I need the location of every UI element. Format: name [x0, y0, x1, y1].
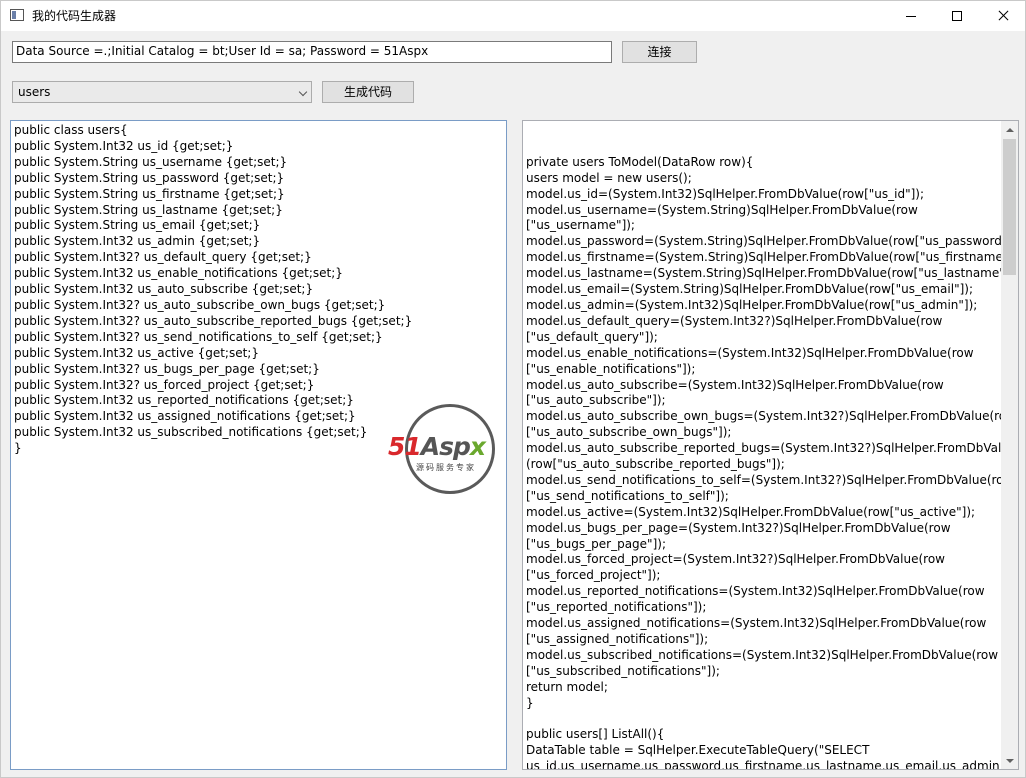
chevron-down-icon: [298, 87, 308, 97]
dal-code-line: }: [526, 695, 534, 710]
close-button[interactable]: [980, 1, 1026, 31]
dal-code-line: ["us_username"]);: [526, 218, 635, 233]
title-bar[interactable]: 我的代码生成器: [1, 1, 1025, 31]
dal-code-line: model.us_lastname=(System.String)SqlHelp…: [526, 266, 1019, 281]
table-select-value: users: [18, 85, 51, 99]
scroll-up-arrow-icon[interactable]: [1001, 121, 1018, 138]
dal-code-line: model.us_auto_subscribe=(System.Int32)Sq…: [526, 377, 944, 392]
maximize-button[interactable]: [934, 1, 980, 31]
generate-code-button[interactable]: 生成代码: [322, 81, 414, 103]
dal-code-scrollbar[interactable]: [1001, 121, 1018, 769]
model-code-line: public class users{: [14, 123, 128, 137]
model-code-line: public System.Int32? us_auto_subscribe_o…: [14, 297, 386, 312]
dal-code-line: model.us_enable_notifications=(System.In…: [526, 345, 974, 360]
model-code-line: public System.Int32? us_default_query {g…: [14, 250, 312, 265]
dal-code-line: public users[] ListAll(){: [526, 727, 665, 742]
dal-code-textbox[interactable]: private users ToModel(DataRow row){users…: [522, 120, 1019, 770]
dal-code-line: model.us_id=(System.Int32)SqlHelper.From…: [526, 186, 925, 201]
watermark-tagline: 源码服务专家: [416, 463, 476, 472]
model-code-line: public System.Int32? us_send_notificatio…: [14, 329, 383, 344]
dal-code-line: private users ToModel(DataRow row){: [526, 154, 754, 169]
model-code-line: public System.String us_email {get;set;}: [14, 218, 261, 233]
model-code-line: public System.String us_username {get;se…: [14, 154, 288, 169]
dal-code-line: model.us_active=(System.Int32)SqlHelper.…: [526, 504, 976, 519]
dal-code-line: model.us_admin=(System.Int32)SqlHelper.F…: [526, 297, 978, 312]
dal-code-line: model.us_forced_project=(System.Int32?)S…: [526, 552, 945, 567]
model-code-line: public System.Int32 us_active {get;set;}: [14, 345, 259, 360]
model-code-line: public System.Int32 us_enable_notificati…: [14, 266, 343, 281]
table-select[interactable]: users: [12, 81, 312, 103]
model-code-line: public System.Int32? us_forced_project {…: [14, 377, 315, 392]
dal-code-line: ["us_assigned_notifications"]);: [526, 632, 709, 646]
dal-code-line: [526, 712, 998, 728]
minimize-icon: [906, 16, 916, 17]
dal-code-line: ["us_enable_notifications"]);: [526, 361, 696, 376]
scroll-down-arrow-icon[interactable]: [1001, 752, 1018, 769]
dal-code-line: us_id,us_username,us_password,us_firstna…: [526, 759, 1019, 770]
scroll-thumb[interactable]: [1003, 139, 1016, 275]
model-code-line: public System.String us_password {get;se…: [14, 170, 285, 185]
model-code-line: public System.Int32? us_bugs_per_page {g…: [14, 361, 320, 376]
model-code-line: public System.Int32 us_auto_subscribe {g…: [14, 282, 314, 297]
dal-code-line: model.us_default_query=(System.Int32?)Sq…: [526, 313, 943, 328]
dal-code-line: (row["us_auto_subscribe_reported_bugs"])…: [526, 457, 785, 472]
model-code-line: public System.Int32 us_admin {get;set;}: [14, 234, 261, 249]
maximize-icon: [952, 11, 962, 21]
model-code-line: public System.Int32? us_auto_subscribe_r…: [14, 313, 413, 328]
dal-code-line: ["us_bugs_per_page"]);: [526, 536, 666, 551]
dal-code-line: ["us_default_query"]);: [526, 329, 658, 344]
dal-code-line: model.us_assigned_notifications=(System.…: [526, 616, 987, 631]
dal-code-line: model.us_firstname=(System.String)SqlHel…: [526, 250, 1019, 265]
watermark-logo: 51Aspx 源码服务专家: [386, 404, 516, 494]
model-code-line: public System.String us_lastname {get;se…: [14, 202, 283, 217]
dal-code-line: model.us_subscribed_notifications=(Syste…: [526, 647, 999, 662]
watermark-brand: 51Aspx: [388, 432, 486, 461]
app-icon: [10, 9, 24, 21]
dal-code-line: ["us_auto_subscribe"]);: [526, 393, 666, 408]
dal-code-line: DataTable table = SqlHelper.ExecuteTable…: [526, 743, 870, 758]
dal-code-line: ["us_send_notifications_to_self"]);: [526, 488, 729, 503]
dal-code-line: model.us_auto_subscribe_own_bugs=(System…: [526, 409, 1016, 424]
dal-code-line: ["us_forced_project"]);: [526, 568, 661, 583]
dal-code-line: ["us_subscribed_notifications"]);: [526, 663, 720, 678]
dal-code-line: model.us_email=(System.String)SqlHelper.…: [526, 282, 974, 297]
dal-code-line: ["us_auto_subscribe_own_bugs"]);: [526, 425, 732, 440]
dal-code-line: model.us_auto_subscribe_reported_bugs=(S…: [526, 441, 1017, 456]
minimize-button[interactable]: [888, 1, 934, 31]
connect-button[interactable]: 连接: [622, 41, 697, 63]
dal-code-line: model.us_username=(System.String)SqlHelp…: [526, 202, 918, 217]
model-code-line: public System.Int32 us_id {get;set;}: [14, 138, 234, 153]
connection-string-input[interactable]: Data Source =.;Initial Catalog = bt;User…: [12, 41, 612, 63]
dal-code-line: users model = new users();: [526, 170, 692, 185]
dal-code-line: model.us_bugs_per_page=(System.Int32?)Sq…: [526, 520, 951, 535]
window-title: 我的代码生成器: [32, 9, 117, 23]
model-code-line: public System.String us_firstname {get;s…: [14, 186, 285, 201]
dal-code-line: model.us_reported_notifications=(System.…: [526, 584, 985, 599]
dal-code-line: model.us_send_notifications_to_self=(Sys…: [526, 472, 1014, 487]
app-window: 我的代码生成器 Data Source =.;Initial Catalog =…: [0, 0, 1026, 778]
dal-code-line: model.us_password=(System.String)SqlHelp…: [526, 234, 1019, 249]
dal-code-line: return model;: [526, 679, 608, 694]
dal-code-line: ["us_reported_notifications"]);: [526, 600, 707, 615]
